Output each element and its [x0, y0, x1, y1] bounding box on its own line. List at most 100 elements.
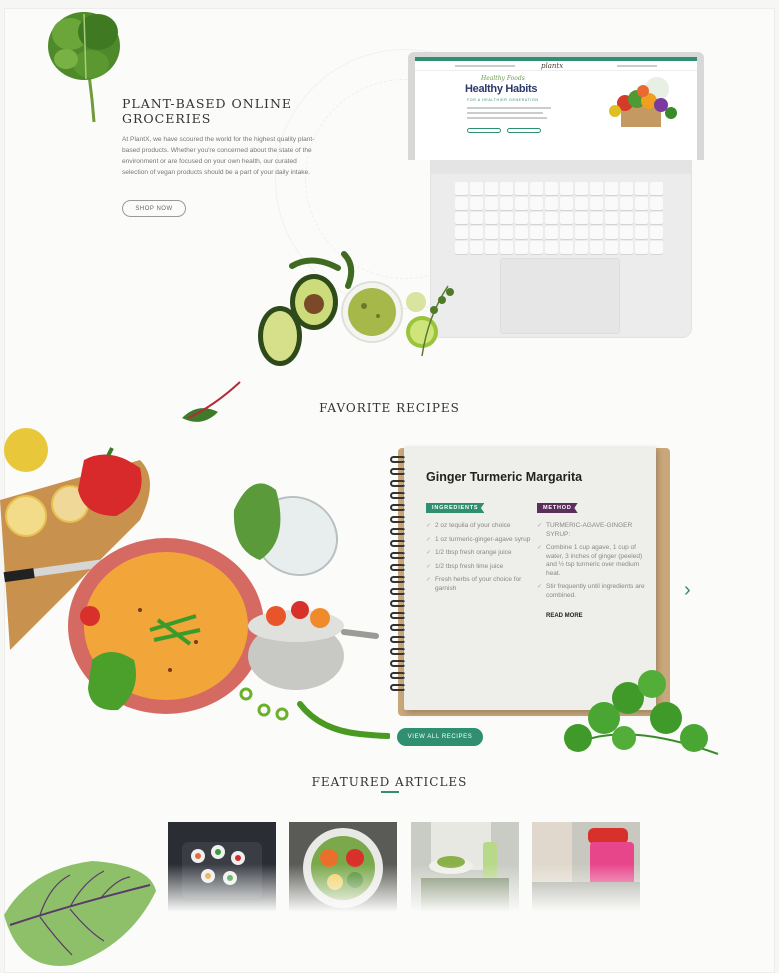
preview-button [467, 128, 501, 133]
ingredient-item: 1 oz turmeric-ginger-agave syrup [426, 536, 536, 545]
laptop-hinge [430, 160, 692, 174]
keyboard-key [500, 196, 513, 210]
keyboard-key [455, 182, 468, 195]
ingredient-item: 1/2 tbsp fresh lime juice [426, 563, 536, 572]
keyboard-key [530, 211, 543, 225]
keyboard-key [575, 241, 588, 254]
keyboard-key [620, 211, 633, 225]
spiral-ring [390, 624, 406, 631]
laptop-keyboard [455, 182, 663, 254]
spiral-ring [390, 672, 406, 679]
green-chili-image [297, 701, 390, 739]
keyboard-key [470, 196, 483, 210]
method-list: TURMERIC-AGAVE-GINGER SYRUP: Combine 1 c… [537, 522, 649, 605]
watercolor-leaf-image [4, 861, 156, 966]
shop-now-button[interactable]: SHOP NOW [122, 200, 186, 217]
keyboard-key [575, 196, 588, 210]
keyboard-key [545, 211, 558, 225]
keyboard-key [545, 241, 558, 254]
vegetable-basket-image [609, 77, 677, 127]
article-card-4[interactable] [532, 822, 640, 912]
read-more-link[interactable]: READ MORE [546, 613, 583, 619]
ingredient-item: 1/2 tbsp fresh orange juice [426, 549, 536, 558]
article-card-1[interactable] [168, 822, 276, 912]
kale-leaf-image [48, 12, 120, 123]
keyboard-key [620, 241, 633, 254]
preview-button [507, 128, 541, 133]
spiral-ring [390, 540, 406, 547]
ingredients-tag: INGREDIENTS [426, 503, 485, 513]
keyboard-key [500, 241, 513, 254]
keyboard-key [650, 241, 663, 254]
featured-articles-heading: FEATURED ARTICLES [311, 775, 468, 789]
preview-kicker: Healthy Foods [481, 75, 525, 82]
keyboard-key [635, 241, 648, 254]
keyboard-key [455, 226, 468, 240]
keyboard-key [515, 182, 528, 195]
preview-nav-links-left [455, 65, 515, 67]
keyboard-key [515, 241, 528, 254]
keyboard-key [650, 226, 663, 240]
keyboard-key [605, 182, 618, 195]
keyboard-key [590, 241, 603, 254]
preview-text-line [467, 112, 543, 114]
spiral-ring [390, 564, 406, 571]
keyboard-key [500, 182, 513, 195]
laptop-website-preview: plantx Healthy Foods Healthy Habits FOR … [415, 57, 697, 160]
keyboard-key [545, 196, 558, 210]
keyboard-key [560, 196, 573, 210]
keyboard-key [470, 226, 483, 240]
keyboard-key [575, 226, 588, 240]
spiral-ring [390, 552, 406, 559]
keyboard-key [515, 196, 528, 210]
view-all-recipes-button[interactable]: VIEW ALL RECIPES [397, 728, 483, 746]
hero-description: At PlantX, we have scoured the world for… [122, 136, 315, 176]
preview-nav-links-right [617, 65, 657, 67]
article-image-smoothie [411, 822, 519, 912]
keyboard-key [515, 211, 528, 225]
keyboard-key [620, 196, 633, 210]
article-card-2[interactable] [289, 822, 397, 912]
spiral-ring [390, 648, 406, 655]
spiral-ring [390, 480, 406, 487]
keyboard-key [500, 211, 513, 225]
keyboard-key [485, 241, 498, 254]
keyboard-key [560, 241, 573, 254]
keyboard-key [545, 182, 558, 195]
keyboard-key [560, 182, 573, 195]
spiral-ring [390, 516, 406, 523]
keyboard-key [605, 226, 618, 240]
keyboard-key [530, 182, 543, 195]
keyboard-key [650, 182, 663, 195]
preview-text-line [467, 107, 551, 109]
keyboard-key [530, 241, 543, 254]
preview-logo: plantx [541, 62, 564, 70]
keyboard-key [575, 182, 588, 195]
preview-headline: Healthy Habits [465, 83, 538, 95]
keyboard-key [650, 211, 663, 225]
keyboard-key [485, 211, 498, 225]
preview-text-line [467, 117, 547, 119]
avocado-guacamole-image [258, 251, 454, 366]
keyboard-key [590, 182, 603, 195]
spiral-ring [390, 588, 406, 595]
spiral-ring [390, 660, 406, 667]
keyboard-key [470, 211, 483, 225]
spiral-ring [390, 684, 406, 691]
spiral-ring [390, 468, 406, 475]
spiral-ring [390, 576, 406, 583]
article-card-3[interactable] [411, 822, 519, 912]
keyboard-key [530, 196, 543, 210]
favorite-recipes-heading: FAVORITE RECIPES [319, 401, 460, 415]
keyboard-key [485, 226, 498, 240]
keyboard-key [485, 196, 498, 210]
parsley-image [564, 670, 719, 755]
keyboard-key [470, 182, 483, 195]
chevron-right-icon[interactable]: › [684, 580, 700, 600]
spiral-ring [390, 528, 406, 535]
laptop-trackpad [500, 258, 620, 334]
keyboard-key [620, 226, 633, 240]
method-tag: METHOD [537, 503, 578, 513]
notebook-spiral [390, 456, 410, 706]
method-step: Stir frequently until ingredients are co… [537, 583, 649, 600]
